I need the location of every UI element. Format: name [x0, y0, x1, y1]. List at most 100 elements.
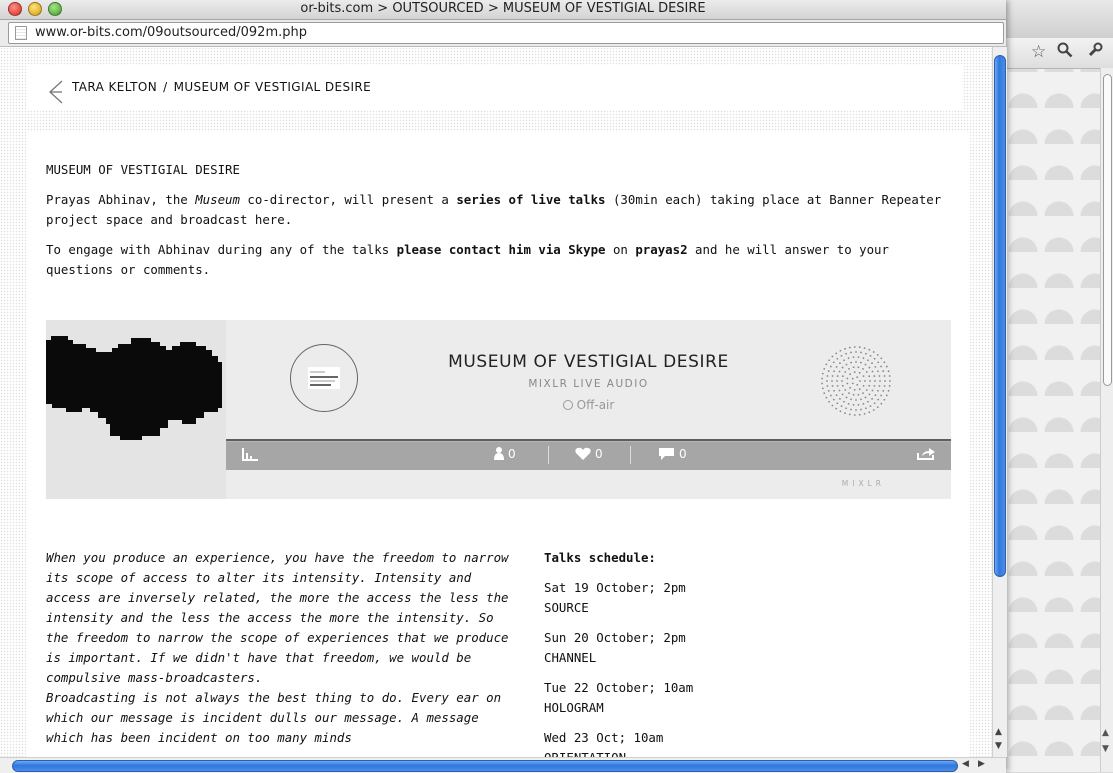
schedule-title: ORIENTATION [544, 748, 924, 757]
speaker-dot [839, 349, 842, 352]
hearts-count[interactable]: 0 [575, 447, 603, 461]
mixlr-brand[interactable]: MIXLR [842, 479, 885, 488]
url-field[interactable]: www.or-bits.com/09outsourced/092m.php [8, 22, 1004, 44]
schedule-title: SOURCE [544, 600, 589, 615]
scroll-left-arrow-icon[interactable]: ◀ [962, 759, 969, 769]
speaker-dot [845, 396, 848, 399]
speaker-dot [862, 375, 865, 378]
url-text[interactable]: www.or-bits.com/09outsourced/092m.php [35, 25, 307, 40]
mixlr-player[interactable]: MUSEUM OF VESTIGIAL DESIRE MIXLR LIVE AU… [46, 320, 951, 499]
background-window-scroll-thumb[interactable] [1103, 74, 1112, 386]
speaker-dot [832, 398, 835, 401]
artwork-image [46, 336, 222, 440]
breadcrumb-artist-link[interactable]: TARA KELTON [72, 80, 157, 94]
speaker-dot [831, 355, 834, 358]
speaker-dot [841, 384, 844, 387]
quote-paragraph-2: Broadcasting is not always the best thin… [46, 690, 502, 745]
speaker-dot [867, 359, 869, 362]
schedule-date: Sun 20 October; 2pm [544, 630, 686, 645]
scroll-down-arrow-icon[interactable]: ▼ [1102, 744, 1109, 754]
speaker-dot [857, 403, 860, 406]
equalizer-icon[interactable] [242, 447, 262, 462]
speaker-dot [840, 405, 843, 408]
speaker-dot [858, 346, 861, 349]
address-bar: www.or-bits.com/09outsourced/092m.php [0, 20, 1006, 47]
speaker-dot [838, 389, 841, 392]
speaker-dot [846, 382, 849, 385]
scroll-down-arrow-icon[interactable]: ▼ [995, 741, 1002, 751]
intro-text-b: co-director, will present a [239, 192, 457, 207]
speaker-dot [845, 352, 847, 355]
speaker-dot [857, 393, 860, 396]
speaker-dot [831, 375, 834, 377]
vertical-scroll-thumb[interactable] [994, 55, 1006, 577]
speaker-dot [831, 404, 834, 407]
schedule-date: Wed 23 Oct; 10am [544, 730, 664, 745]
speaker-dot [858, 388, 861, 391]
player-control-bar: 0 0 0 [226, 439, 951, 470]
speaker-dot [864, 363, 867, 366]
speaker-dot [821, 382, 823, 385]
speaker-dot [838, 370, 841, 373]
player-footer: MIXLR [226, 470, 951, 499]
speaker-dot [847, 357, 850, 360]
intro-museum-italic: Museum [195, 192, 240, 207]
speaker-dot [841, 393, 844, 396]
hearts-value: 0 [595, 447, 603, 461]
speaker-dot [833, 389, 835, 392]
speaker-dot [873, 357, 876, 360]
speaker-dot [877, 370, 879, 373]
search-icon[interactable] [1057, 42, 1073, 63]
breadcrumb-project: MUSEUM OF VESTIGIAL DESIRE [173, 80, 372, 94]
speaker-dot [850, 361, 852, 364]
share-icon[interactable] [916, 447, 940, 462]
background-window-scrollbar[interactable]: ▲ ▼ [1100, 68, 1113, 772]
scroll-up-arrow-icon[interactable]: ▲ [1102, 728, 1109, 738]
horizontal-scrollbar[interactable]: ◀ ▶ [0, 757, 1006, 773]
quote-text: When you produce an experience, you have… [46, 548, 516, 748]
comments-count[interactable]: 0 [658, 447, 687, 461]
scroll-right-arrow-icon[interactable]: ▶ [978, 759, 985, 769]
speaker-dot [865, 407, 867, 410]
speaker-dot [831, 385, 834, 387]
bar-divider [630, 446, 631, 464]
speaker-dot [880, 394, 883, 397]
speaker-dot [836, 385, 839, 387]
scroll-up-arrow-icon[interactable]: ▲ [995, 727, 1002, 737]
speaker-dot [851, 382, 854, 385]
skype-handle: prayas2 [635, 242, 688, 257]
speaker-dot [888, 375, 891, 377]
speaker-dot [832, 361, 835, 364]
back-arrow-icon[interactable] [47, 79, 65, 105]
speaker-dot [867, 400, 869, 403]
speaker-dot [869, 354, 872, 357]
wrench-icon[interactable] [1087, 42, 1103, 63]
speaker-dot [840, 354, 843, 357]
vertical-scrollbar[interactable]: ▲ ▼ [992, 47, 1007, 757]
speaker-dot [873, 375, 876, 377]
speaker-dot [860, 398, 862, 401]
speaker-dot [827, 370, 830, 372]
speaker-dot [882, 370, 885, 372]
bookmark-star-icon[interactable]: ☆ [1031, 42, 1046, 62]
speaker-dot [851, 377, 854, 380]
speaker-dot [823, 367, 826, 370]
speaker-dot [865, 352, 867, 355]
speaker-dot [825, 363, 828, 366]
speaker-dot [835, 352, 838, 355]
speaker-dot [868, 393, 871, 396]
speaker-dot [871, 362, 873, 365]
speaker-dot [883, 361, 886, 364]
speaker-dot [885, 365, 888, 368]
intro-text-a: Prayas Abhinav, the [46, 192, 196, 207]
page-icon [15, 26, 27, 40]
speaker-dot [841, 375, 844, 378]
speaker-dot [862, 402, 865, 405]
speaker-dot [871, 397, 873, 400]
horizontal-scroll-thumb[interactable] [12, 760, 958, 772]
speaker-dot [876, 406, 879, 409]
speaker-dot [847, 402, 850, 405]
speaker-dot [868, 375, 871, 378]
title-bar: or-bits.com > OUTSOURCED > MUSEUM OF VES… [0, 0, 1006, 20]
speaker-dot [880, 357, 883, 360]
